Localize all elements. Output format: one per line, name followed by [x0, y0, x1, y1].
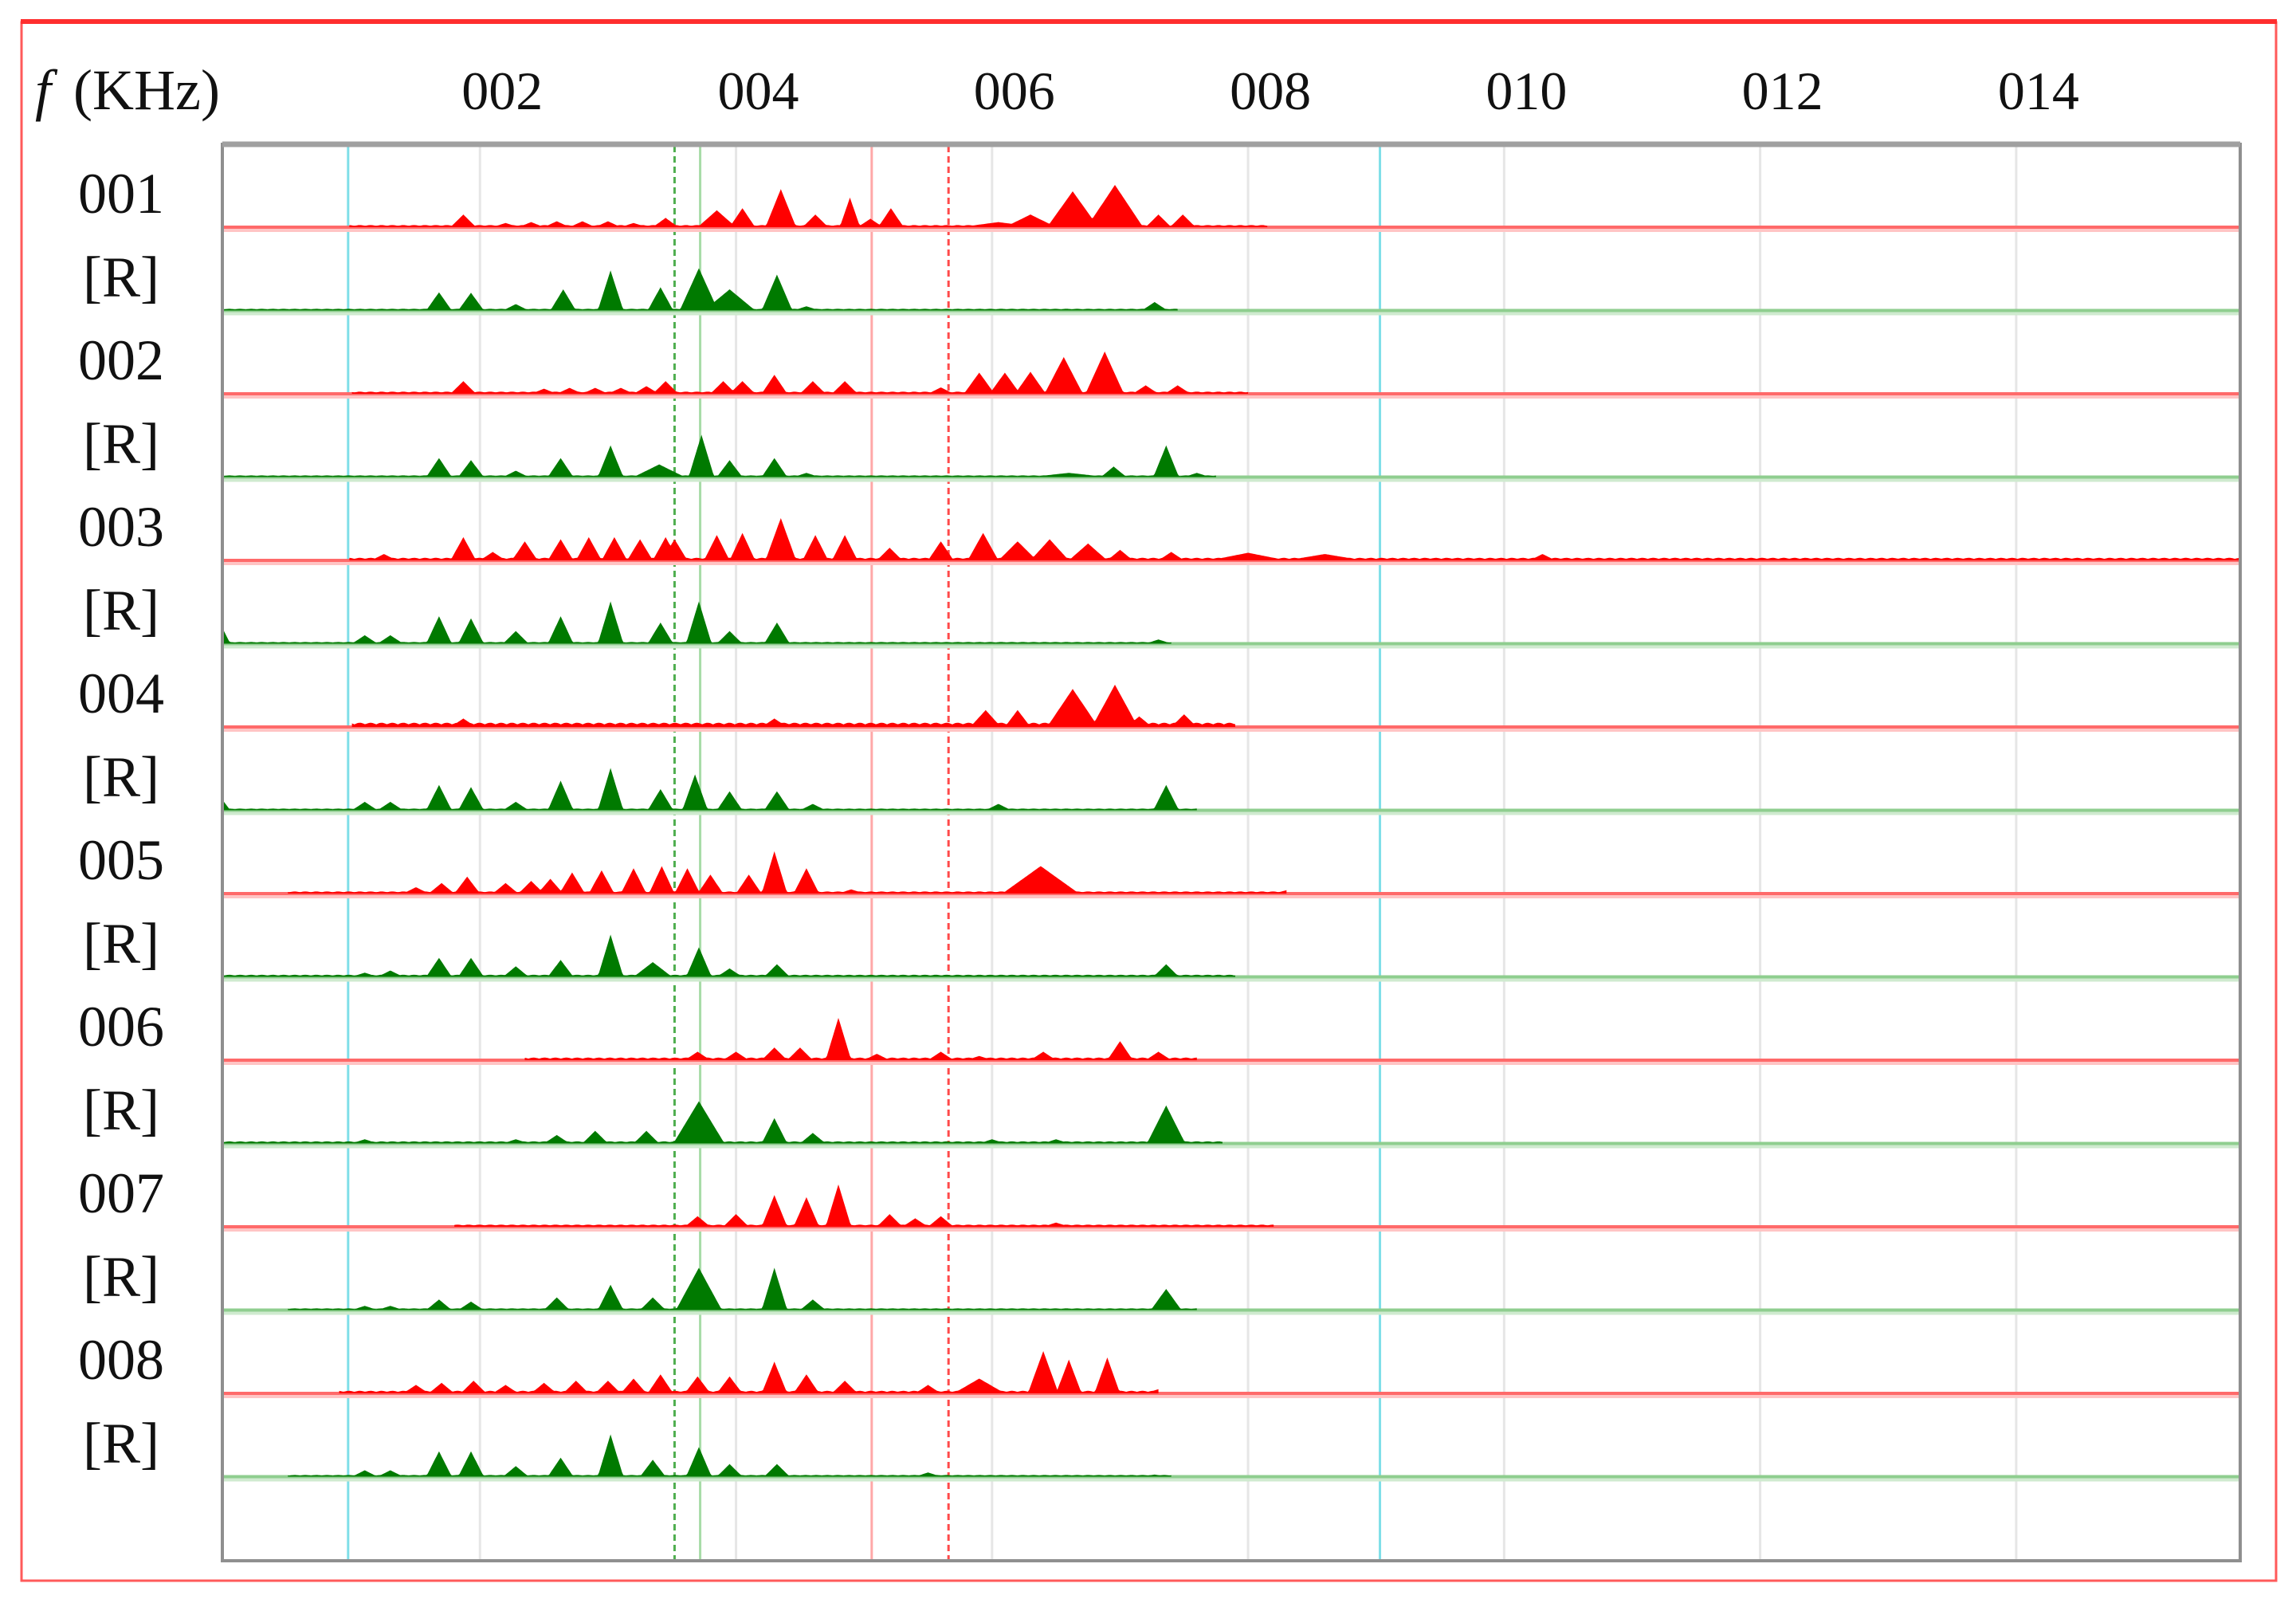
row-label: [R] [83, 912, 159, 976]
row-label: [R] [83, 579, 159, 642]
row-label: 002 [78, 328, 164, 392]
row-label: [R] [83, 1245, 159, 1309]
row-label: 007 [78, 1161, 164, 1225]
x-tick-label: 004 [718, 61, 799, 121]
x-tick-label: 002 [461, 61, 543, 121]
x-axis-label: f (KHz) [35, 58, 220, 122]
row-label: 006 [78, 995, 164, 1059]
x-axis-unit: (KHz) [73, 58, 220, 122]
x-tick-label: 010 [1486, 61, 1567, 121]
x-tick-label: 014 [1998, 61, 2079, 121]
x-tick-label: 006 [974, 61, 1055, 121]
row-label: 008 [78, 1328, 164, 1392]
row-label: 005 [78, 828, 164, 892]
row-label: [R] [83, 246, 159, 309]
x-tick-label: 008 [1230, 61, 1311, 121]
x-tick-label: 012 [1742, 61, 1823, 121]
row-label: 001 [78, 162, 164, 226]
row-label: 004 [78, 662, 164, 725]
row-label: [R] [83, 1412, 159, 1475]
row-label: [R] [83, 745, 159, 809]
x-axis-symbol: f [35, 58, 58, 122]
row-label: 003 [78, 495, 164, 559]
spectrum-chart: 002 004 006 008 010 012 014 001 [R] 002 [R] 003 [R]… [20, 19, 2278, 1582]
row-label: [R] [83, 1078, 159, 1142]
row-label: [R] [83, 412, 159, 476]
outer-border [20, 21, 2278, 1582]
